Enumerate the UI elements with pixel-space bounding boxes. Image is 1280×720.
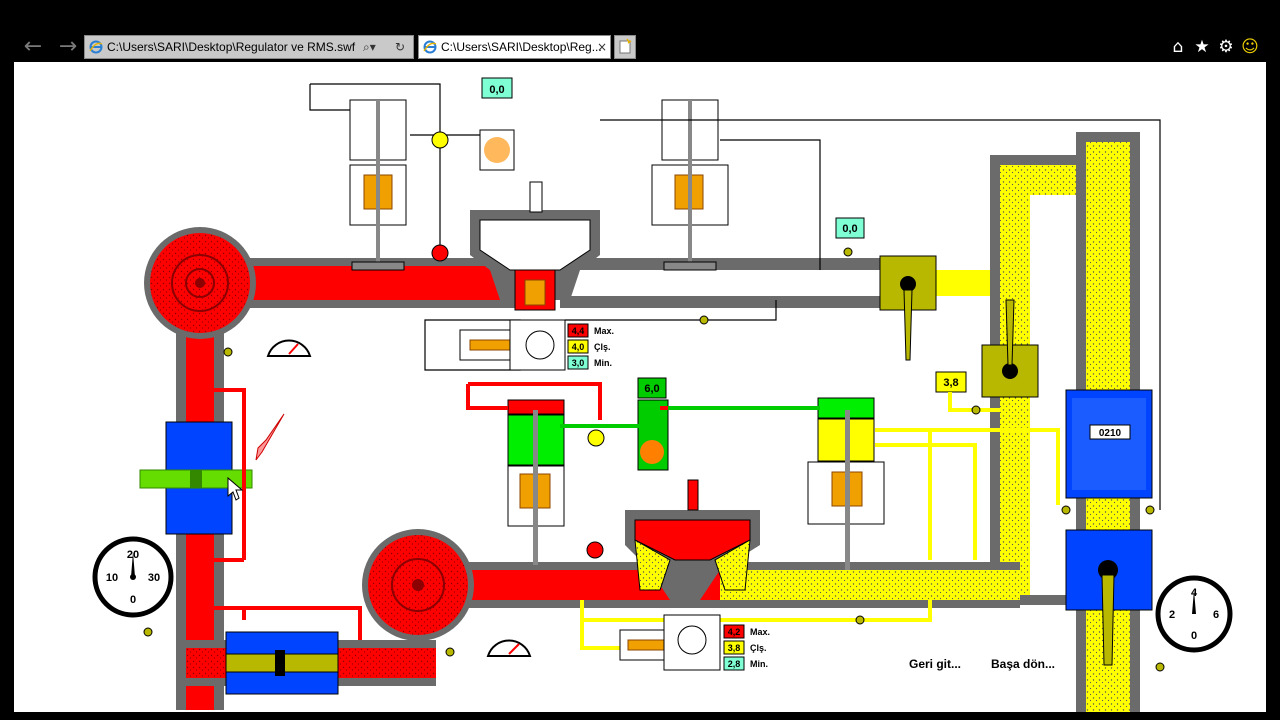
svg-text:4,2: 4,2: [728, 627, 741, 637]
lower-left-valve: [507, 399, 565, 565]
close-tab-icon[interactable]: ×: [597, 36, 607, 58]
tab-title: C:\Users\SARI\Desktop\Reg...: [441, 40, 602, 54]
upper-slam-shut: [459, 319, 566, 371]
forward-arrow-icon[interactable]: →: [57, 36, 79, 58]
star-icon[interactable]: ★: [1192, 37, 1212, 57]
upper-right-valve: [651, 99, 729, 271]
back-link[interactable]: Geri git...: [909, 657, 961, 671]
right-pilot-readout-box: 0,0: [835, 217, 865, 239]
new-tab-button[interactable]: [614, 35, 636, 59]
svg-text:Max.: Max.: [594, 326, 614, 336]
svg-text:4,0: 4,0: [572, 342, 585, 352]
regulator-schematic: 0,0 4,4 Max. 4,0 Çlş. 3,0 Min. 0,0 0210 …: [92, 77, 1233, 712]
back-arrow-icon[interactable]: ←: [22, 36, 44, 58]
upper-left-valve: [349, 99, 407, 271]
svg-text:2,8: 2,8: [728, 659, 741, 669]
lower-right-valve: [807, 397, 885, 570]
lower-filter: [362, 529, 474, 641]
upper-pressure-legend: 4,4 Max. 4,0 Çlş. 3,0 Min.: [567, 323, 614, 370]
smiley-icon[interactable]: ☺: [1240, 37, 1260, 57]
svg-text:0: 0: [1191, 630, 1197, 642]
lower-small-gauge: [486, 639, 532, 657]
lower-pressure-legend: 4,2 Max. 3,8 Çlş. 2,8 Min.: [723, 624, 770, 671]
turbine-meter: 0210: [1065, 389, 1153, 499]
right-pressure-gauge: 4 2 6 0: [1155, 575, 1233, 653]
ie-page-icon: [423, 40, 437, 54]
svg-text:10: 10: [106, 572, 118, 584]
home-link[interactable]: Başa dön...: [991, 657, 1055, 671]
svg-text:Max.: Max.: [750, 627, 770, 637]
svg-text:0,0: 0,0: [842, 223, 857, 235]
svg-text:3,8: 3,8: [728, 643, 741, 653]
svg-text:6,0: 6,0: [644, 383, 659, 395]
svg-text:Çlş.: Çlş.: [750, 643, 767, 653]
flash-content-area: 0,0 4,4 Max. 4,0 Çlş. 3,0 Min. 0,0 0210 …: [14, 62, 1266, 712]
svg-text:30: 30: [148, 572, 160, 584]
upper-outlet-ball-valve: [879, 255, 1000, 361]
ie-page-icon: [89, 40, 103, 54]
gear-icon[interactable]: ⚙: [1216, 37, 1236, 57]
top-pilot-readout: 0,0: [489, 84, 504, 96]
side-pressure-readout: 3,8: [935, 371, 967, 393]
active-tab[interactable]: C:\Users\SARI\Desktop\Reg... ×: [418, 35, 611, 59]
svg-text:3,0: 3,0: [572, 358, 585, 368]
svg-text:Çlş.: Çlş.: [594, 342, 611, 352]
lower-regulator: [625, 479, 760, 600]
upper-pilot: 0,0: [479, 77, 515, 171]
left-pressure-gauge: 20 10 30 0: [92, 536, 174, 618]
svg-text:Min.: Min.: [750, 659, 768, 669]
svg-text:3,8: 3,8: [943, 377, 958, 389]
refresh-icon[interactable]: ↻: [395, 36, 405, 58]
address-bar-tab[interactable]: C:\Users\SARI\Desktop\Regulator ve RMS.s…: [84, 35, 414, 59]
svg-text:4,4: 4,4: [572, 326, 585, 336]
search-icon[interactable]: ⌕▾: [363, 36, 376, 58]
svg-text:0: 0: [130, 594, 136, 606]
tab-title: C:\Users\SARI\Desktop\Regulator ve RMS.s…: [107, 40, 356, 54]
svg-text:2: 2: [1169, 609, 1175, 621]
lower-pilot: 6,0: [637, 377, 669, 471]
left-inlet-meter: [139, 421, 253, 535]
bottom-inlet-meter: [186, 631, 436, 695]
upper-filter: [144, 227, 256, 339]
new-tab-icon: [619, 38, 632, 54]
svg-text:Min.: Min.: [594, 358, 612, 368]
browser-toolbar: ← → C:\Users\SARI\Desktop\Regulator ve R…: [0, 0, 1280, 62]
home-icon[interactable]: ⌂: [1168, 37, 1188, 57]
indicator-arrow: [255, 413, 285, 461]
meter-counter: 0210: [1099, 428, 1122, 439]
lower-slam-shut: [619, 614, 721, 671]
svg-text:6: 6: [1213, 609, 1219, 621]
upper-small-gauge: [266, 339, 312, 357]
